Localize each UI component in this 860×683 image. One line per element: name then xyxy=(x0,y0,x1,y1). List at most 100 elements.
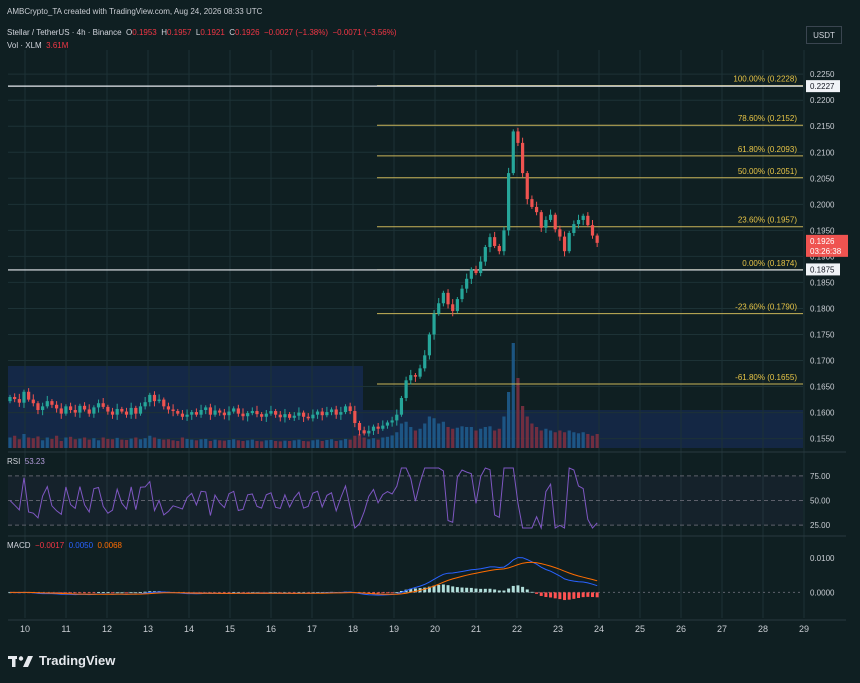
candle-body xyxy=(455,299,459,312)
candle-body xyxy=(208,407,212,415)
currency-button[interactable]: USDT xyxy=(806,26,842,44)
volume-bar xyxy=(106,438,110,448)
volume-bar xyxy=(222,440,226,448)
volume-bar xyxy=(371,438,376,448)
high-value: 0.1957 xyxy=(166,28,192,37)
macd-hist-bar xyxy=(451,586,455,593)
macd-hist-bar xyxy=(83,592,87,594)
low-value: 0.1921 xyxy=(200,28,225,37)
x-tick-label: 13 xyxy=(143,624,153,634)
candle-body xyxy=(348,406,352,412)
macd-hist-bar xyxy=(567,592,571,600)
volume-bar xyxy=(134,437,138,448)
volume-label[interactable]: Vol · XLM xyxy=(7,41,42,50)
candle-body xyxy=(59,408,63,414)
macd-hist-bar xyxy=(544,592,548,598)
volume-bar xyxy=(288,441,292,448)
volume-bar xyxy=(68,436,73,448)
x-tick-label: 25 xyxy=(635,624,645,634)
candle-body xyxy=(432,313,436,335)
candle-body xyxy=(590,225,595,236)
macd-hist-bar xyxy=(125,592,128,594)
macd-hist-bar xyxy=(460,587,464,593)
candle-body xyxy=(315,411,320,415)
volume-bar xyxy=(8,437,12,448)
candle-body xyxy=(106,406,110,412)
volume-bar xyxy=(530,423,534,448)
macd-hist-bar xyxy=(381,592,385,594)
x-tick-label: 26 xyxy=(676,624,686,634)
macd-signal-value: 0.0068 xyxy=(97,541,122,550)
candle-body xyxy=(469,269,473,279)
candle-body xyxy=(92,407,96,414)
volume-bar xyxy=(101,437,105,448)
volume-bar xyxy=(553,432,557,448)
symbol-name[interactable]: Stellar / TetherUS · 4h · Binance xyxy=(7,28,122,37)
volume-bar xyxy=(409,427,413,448)
candle-body xyxy=(278,414,282,418)
macd-hist-bar xyxy=(101,592,105,593)
volume-bar xyxy=(385,436,390,448)
macd-level-label: 0.0000 xyxy=(810,588,835,597)
macd-hist-bar xyxy=(395,591,399,593)
volume-bar xyxy=(483,427,487,448)
macd-hist-bar xyxy=(479,588,483,593)
price-tick-label: 0.1800 xyxy=(810,304,835,313)
volume-legend: Vol · XLM 3.61M xyxy=(7,41,68,50)
volume-bar xyxy=(418,428,422,448)
rsi-label[interactable]: RSI xyxy=(7,457,20,466)
x-tick-label: 18 xyxy=(348,624,358,634)
volume-bar xyxy=(241,441,245,448)
price-tick-label: 0.2250 xyxy=(810,70,835,79)
candle-body xyxy=(562,236,567,252)
macd-hist-bar xyxy=(474,588,478,593)
volume-bar xyxy=(96,440,101,448)
tradingview-logo[interactable]: TradingView xyxy=(8,653,115,668)
macd-hist-bar xyxy=(78,592,82,594)
volume-bar xyxy=(148,435,152,448)
candle-body xyxy=(269,411,273,414)
volume-bar xyxy=(50,438,54,448)
candle-body xyxy=(190,412,194,415)
volume-bar xyxy=(362,437,366,448)
tradingview-brand: TradingView xyxy=(39,653,116,668)
candle-body xyxy=(73,409,77,413)
candle-body xyxy=(31,399,35,404)
candle-body xyxy=(176,411,180,414)
candle-body xyxy=(96,403,101,408)
candle-body xyxy=(446,292,450,305)
candle-body xyxy=(171,409,175,412)
fib-label: 23.60% (0.1957) xyxy=(738,216,797,225)
candle-body xyxy=(339,412,343,415)
symbol-legend: Stellar / TetherUS · 4h · Binance O0.195… xyxy=(7,28,397,37)
close-value: 0.1926 xyxy=(235,28,260,37)
candle-body xyxy=(460,288,464,300)
candle-body xyxy=(530,199,534,207)
macd-hist-bar xyxy=(138,592,142,593)
volume-bar xyxy=(315,439,320,448)
macd-hist-bar xyxy=(69,592,73,594)
marked-price-label: 0.2227 xyxy=(810,82,835,91)
candle-body xyxy=(166,406,171,410)
macd-hist-bar xyxy=(143,591,147,593)
volume-bar xyxy=(306,441,310,448)
price-tick-label: 0.2150 xyxy=(810,122,835,131)
volume-bar xyxy=(55,435,59,448)
volume-bar xyxy=(367,439,371,448)
fib-label: -23.60% (0.1790) xyxy=(735,303,797,312)
candle-body xyxy=(138,406,143,414)
macd-label[interactable]: MACD xyxy=(7,541,31,550)
volume-bar xyxy=(269,439,273,448)
candle-body xyxy=(399,398,404,415)
candle-body xyxy=(497,245,501,252)
volume-bar xyxy=(474,430,478,448)
candle-body xyxy=(288,414,292,418)
current-price-label: 0.1926 xyxy=(810,237,835,246)
volume-bar xyxy=(390,435,394,448)
macd-hist-bar xyxy=(591,592,594,598)
macd-hist-bar xyxy=(539,592,543,596)
macd-hist-bar xyxy=(488,588,492,593)
candle-body xyxy=(343,406,348,413)
candle-body xyxy=(539,212,543,228)
candle-body xyxy=(357,423,362,431)
